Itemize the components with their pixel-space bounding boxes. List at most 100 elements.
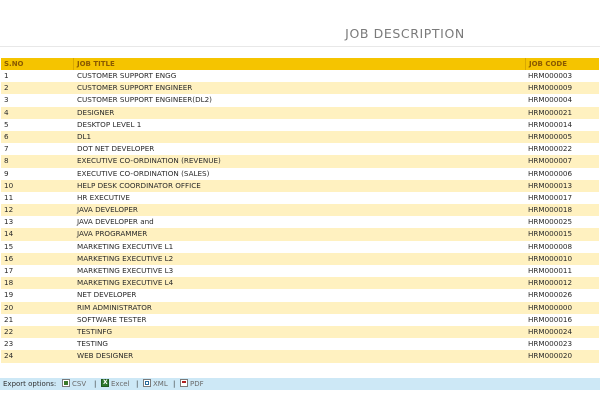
- table-row[interactable]: 13 JAVA DEVELOPER and HRM000025: [1, 216, 599, 229]
- cell-sno: 9: [4, 168, 9, 178]
- cell-sno: 5: [4, 119, 9, 129]
- table-header: S.NO JOB TITLE JOB CODE: [1, 58, 599, 70]
- excel-icon: [101, 377, 109, 389]
- table-row[interactable]: 9 EXECUTIVE CO-ORDINATION (SALES) HRM00000…: [1, 167, 599, 180]
- cell-job-title: MARKETING EXECUTIVE L1: [77, 241, 174, 251]
- export-options-label: Export options:: [3, 380, 57, 388]
- table-row[interactable]: 16 MARKETING EXECUTIVE L2 HRM000010: [1, 252, 599, 265]
- cell-job-code: HRM000026: [528, 290, 573, 300]
- cell-job-code: HRM000020: [528, 351, 573, 361]
- cell-sno: 21: [4, 314, 14, 324]
- table-row[interactable]: 5 DESKTOP LEVEL 1 HRM000014: [1, 118, 599, 131]
- cell-job-code: HRM000025: [528, 217, 573, 227]
- cell-job-title: DESIGNER: [77, 107, 115, 117]
- cell-job-title: HELP DESK COORDINATOR OFFICE: [77, 180, 201, 190]
- export-pdf-label: PDF: [190, 380, 204, 388]
- cell-job-title: JAVA PROGRAMMER: [77, 229, 148, 239]
- cell-sno: 16: [4, 253, 14, 263]
- cell-job-code: HRM000015: [528, 229, 573, 239]
- table-row[interactable]: 18 MARKETING EXECUTIVE L4 HRM000012: [1, 277, 599, 290]
- column-header-label: S.NO: [4, 60, 24, 68]
- column-header-label: JOB CODE: [529, 60, 568, 68]
- export-excel-label: Excel: [111, 380, 130, 388]
- export-pdf-link[interactable]: PDF: [180, 378, 204, 390]
- table-row[interactable]: 17 MARKETING EXECUTIVE L3 HRM000011: [1, 265, 599, 278]
- cell-job-title: HR EXECUTIVE: [77, 192, 130, 202]
- csv-icon: [62, 379, 70, 387]
- cell-job-code: HRM000017: [528, 192, 573, 202]
- export-separator: |: [173, 380, 176, 388]
- cell-job-title: DL1: [77, 131, 92, 141]
- cell-job-code: HRM000007: [528, 156, 573, 166]
- table-row[interactable]: 23 TESTING HRM000023: [1, 338, 599, 351]
- cell-job-title: DESKTOP LEVEL 1: [77, 119, 142, 129]
- table-row[interactable]: 1 CUSTOMER SUPPORT ENGG HRM000003: [1, 70, 599, 83]
- cell-sno: 8: [4, 156, 9, 166]
- table-row[interactable]: 2 CUSTOMER SUPPORT ENGINEER HRM000009: [1, 82, 599, 95]
- cell-job-title: WEB DESIGNER: [77, 351, 134, 361]
- table-row[interactable]: 10 HELP DESK COORDINATOR OFFICE HRM000013: [1, 179, 599, 192]
- cell-job-code: HRM000010: [528, 253, 573, 263]
- export-csv-link[interactable]: CSV: [62, 378, 86, 390]
- table-row[interactable]: 22 TESTINFG HRM000024: [1, 325, 599, 339]
- cell-job-title: TESTINFG: [77, 326, 113, 336]
- column-header-sno[interactable]: S.NO: [1, 58, 73, 70]
- table-row[interactable]: 7 DOT NET DEVELOPER HRM000022: [1, 143, 599, 156]
- export-separator: |: [94, 380, 97, 388]
- cell-job-title: CUSTOMER SUPPORT ENGINEER(DL2): [77, 95, 212, 105]
- cell-job-code: HRM000014: [528, 119, 573, 129]
- cell-sno: 22: [4, 326, 14, 336]
- cell-job-title: CUSTOMER SUPPORT ENGG: [77, 71, 177, 80]
- table-row[interactable]: 21 SOFTWARE TESTER HRM000016: [1, 313, 599, 326]
- table-row[interactable]: 15 MARKETING EXECUTIVE L1 HRM000008: [1, 240, 599, 253]
- cell-job-code: HRM000013: [528, 180, 573, 190]
- cell-sno: 23: [4, 339, 14, 349]
- cell-job-title: MARKETING EXECUTIVE L4: [77, 278, 174, 288]
- cell-sno: 18: [4, 278, 14, 288]
- export-separator: |: [136, 380, 139, 388]
- cell-job-code: HRM000003: [528, 71, 573, 80]
- cell-sno: 1: [4, 71, 9, 80]
- cell-job-code: HRM000006: [528, 168, 573, 178]
- cell-job-code: HRM000011: [528, 266, 573, 275]
- cell-sno: 11: [4, 192, 14, 202]
- cell-sno: 14: [4, 229, 14, 239]
- table-row[interactable]: 11 HR EXECUTIVE HRM000017: [1, 191, 599, 205]
- xml-icon: [143, 379, 151, 387]
- column-header-job-code[interactable]: JOB CODE: [525, 58, 599, 70]
- cell-job-code: HRM000021: [528, 107, 573, 117]
- table-row[interactable]: 6 DL1 HRM000005: [1, 130, 599, 144]
- cell-job-title: SOFTWARE TESTER: [77, 314, 147, 324]
- cell-job-title: MARKETING EXECUTIVE L3: [77, 266, 174, 275]
- cell-job-title: EXECUTIVE CO-ORDINATION (SALES): [77, 168, 210, 178]
- cell-sno: 2: [4, 83, 9, 93]
- table-row[interactable]: 12 JAVA DEVELOPER HRM000018: [1, 204, 599, 217]
- table-row[interactable]: 3 CUSTOMER SUPPORT ENGINEER(DL2) HRM000004: [1, 94, 599, 107]
- cell-sno: 20: [4, 302, 14, 312]
- cell-job-code: HRM000016: [528, 314, 573, 324]
- cell-job-title: NET DEVELOPER: [77, 290, 137, 300]
- table-row[interactable]: 19 NET DEVELOPER HRM000026: [1, 289, 599, 302]
- cell-job-title: DOT NET DEVELOPER: [77, 144, 155, 154]
- cell-job-title: RIM ADMINISTRATOR: [77, 302, 152, 312]
- export-xml-link[interactable]: XML: [143, 378, 168, 390]
- cell-sno: 12: [4, 205, 14, 215]
- pdf-icon: [180, 379, 188, 387]
- table-row[interactable]: 20 RIM ADMINISTRATOR HRM000000: [1, 301, 599, 314]
- cell-sno: 4: [4, 107, 9, 117]
- table-row[interactable]: 4 DESIGNER HRM000021: [1, 106, 599, 119]
- cell-sno: 13: [4, 217, 14, 227]
- cell-job-title: JAVA DEVELOPER and: [77, 217, 154, 227]
- cell-job-code: HRM000024: [528, 326, 573, 336]
- table-row[interactable]: 24 WEB DESIGNER HRM000020: [1, 350, 599, 363]
- column-header-job-title[interactable]: JOB TITLE: [73, 58, 525, 70]
- export-xml-label: XML: [153, 380, 168, 388]
- cell-sno: 7: [4, 144, 9, 154]
- cell-sno: 3: [4, 95, 9, 105]
- table-row[interactable]: 14 JAVA PROGRAMMER HRM000015: [1, 228, 599, 241]
- export-excel-link[interactable]: Excel: [101, 377, 130, 390]
- cell-job-title: EXECUTIVE CO-ORDINATION (REVENUE): [77, 156, 221, 166]
- cell-sno: 19: [4, 290, 14, 300]
- table-row[interactable]: 8 EXECUTIVE CO-ORDINATION (REVENUE) HRM000…: [1, 155, 599, 168]
- export-csv-label: CSV: [72, 380, 87, 388]
